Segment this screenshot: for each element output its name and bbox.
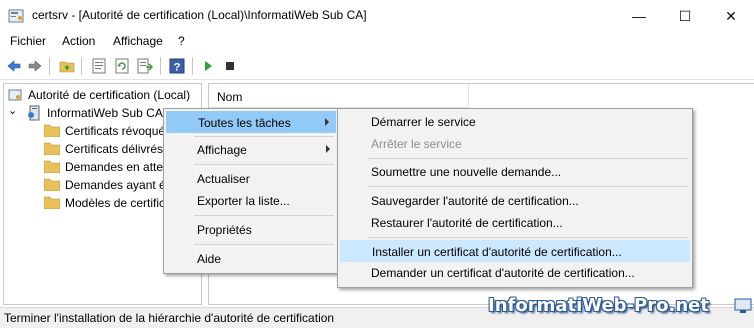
minimize-icon: — <box>632 8 646 24</box>
sub-item-label: Démarrer le service <box>371 115 476 129</box>
menu-action[interactable]: Action <box>62 34 95 48</box>
folder-icon <box>44 142 60 155</box>
sub-install-ca-certificate[interactable]: Installer un certificat d'autorité de ce… <box>340 240 690 262</box>
menu-help[interactable]: ? <box>178 34 185 48</box>
ctx-item-label: Actualiser <box>197 172 250 186</box>
menu-separator <box>368 158 688 159</box>
maximize-button[interactable]: ☐ <box>662 0 708 32</box>
submenu-arrow-icon <box>326 145 330 153</box>
toolbar-separator <box>81 57 82 75</box>
svg-text:?: ? <box>174 62 181 74</box>
up-folder-icon[interactable] <box>59 58 75 74</box>
folder-icon <box>44 160 60 173</box>
forward-arrow-icon[interactable] <box>27 58 43 74</box>
sub-stop-service: Arrêter le service <box>340 133 690 155</box>
sub-item-label: Installer un certificat d'autorité de ce… <box>372 245 622 259</box>
menu-separator <box>194 244 334 245</box>
column-header-name[interactable]: Nom <box>209 84 469 108</box>
sub-submit-request[interactable]: Soumettre une nouvelle demande... <box>340 161 690 183</box>
status-text: Terminer l'installation de la hiérarchie… <box>4 311 335 325</box>
folder-icon <box>44 178 60 191</box>
ctx-refresh[interactable]: Actualiser <box>166 168 336 190</box>
sub-item-label: Soumettre une nouvelle demande... <box>371 165 562 179</box>
window-title: certsrv - [Autorité de certification (Lo… <box>32 8 367 22</box>
close-button[interactable]: ✕ <box>708 0 754 32</box>
console-root-icon <box>8 89 22 101</box>
toolbar: ? <box>0 52 754 80</box>
sub-item-label: Arrêter le service <box>371 137 462 151</box>
sub-backup-ca[interactable]: Sauvegarder l'autorité de certification.… <box>340 190 690 212</box>
tree-root[interactable]: Autorité de certification (Local) <box>6 86 201 104</box>
toolbar-separator <box>160 57 161 75</box>
back-arrow-icon[interactable] <box>6 58 22 74</box>
ctx-export-list[interactable]: Exporter la liste... <box>166 190 336 212</box>
menu-affichage[interactable]: Affichage <box>113 34 163 48</box>
chevron-down-icon[interactable]: ⌄ <box>8 104 17 117</box>
menu-separator <box>194 164 334 165</box>
sub-request-ca-certificate[interactable]: Demander un certificat d'autorité de cer… <box>340 262 690 284</box>
ctx-help[interactable]: Aide <box>166 248 336 270</box>
sub-start-service[interactable]: Démarrer le service <box>340 111 690 133</box>
sub-item-label: Demander un certificat d'autorité de cer… <box>371 266 635 280</box>
toolbar-separator <box>49 57 50 75</box>
ctx-item-label: Propriétés <box>197 223 252 237</box>
tree-root-label: Autorité de certification (Local) <box>28 88 191 102</box>
tree-folder-label: Certificats délivrés <box>65 142 164 156</box>
sub-item-label: Restaurer l'autorité de certification... <box>371 216 563 230</box>
all-tasks-submenu: Démarrer le service Arrêter le service S… <box>337 108 693 288</box>
title-bar: certsrv - [Autorité de certification (Lo… <box>0 0 754 32</box>
ctx-view[interactable]: Affichage <box>166 139 336 161</box>
export-list-icon[interactable] <box>137 58 153 74</box>
menu-separator <box>368 237 688 238</box>
ctx-item-label: Affichage <box>197 143 247 157</box>
toolbar-separator <box>192 57 193 75</box>
column-header-label: Nom <box>217 90 243 104</box>
folder-icon <box>44 196 60 209</box>
ctx-item-label: Exporter la liste... <box>197 194 290 208</box>
watermark-text: InformatiWeb-Pro.net <box>488 295 709 316</box>
minimize-button[interactable]: — <box>616 0 662 32</box>
help-icon[interactable]: ? <box>169 58 185 74</box>
menu-separator <box>194 215 334 216</box>
folder-icon <box>44 124 60 137</box>
properties-icon[interactable] <box>91 58 107 74</box>
close-icon: ✕ <box>725 7 737 24</box>
context-menu: Toutes les tâches Affichage Actualiser E… <box>163 108 339 274</box>
refresh-icon[interactable] <box>114 58 130 74</box>
watermark-logo-icon <box>734 298 752 313</box>
menu-separator <box>368 186 688 187</box>
menu-bar: Fichier Action Affichage ? <box>0 32 754 52</box>
menu-separator <box>194 136 334 137</box>
sub-restore-ca[interactable]: Restaurer l'autorité de certification... <box>340 212 690 234</box>
ctx-properties[interactable]: Propriétés <box>166 219 336 241</box>
certsrv-app-icon <box>8 9 24 23</box>
start-service-icon[interactable] <box>200 58 216 74</box>
sub-item-label: Sauvegarder l'autorité de certification.… <box>371 194 579 208</box>
ca-server-icon <box>28 105 40 121</box>
menu-fichier[interactable]: Fichier <box>10 34 46 48</box>
submenu-arrow-icon <box>325 118 329 126</box>
stop-service-icon[interactable] <box>222 58 238 74</box>
maximize-icon: ☐ <box>678 7 692 24</box>
ctx-item-label: Aide <box>197 252 222 266</box>
ctx-all-tasks[interactable]: Toutes les tâches <box>166 111 336 133</box>
ctx-item-label: Toutes les tâches <box>198 116 291 130</box>
tree-folder-label: Certificats révoqués <box>65 124 172 138</box>
tree-ca-label: InformatiWeb Sub CA <box>47 106 163 120</box>
